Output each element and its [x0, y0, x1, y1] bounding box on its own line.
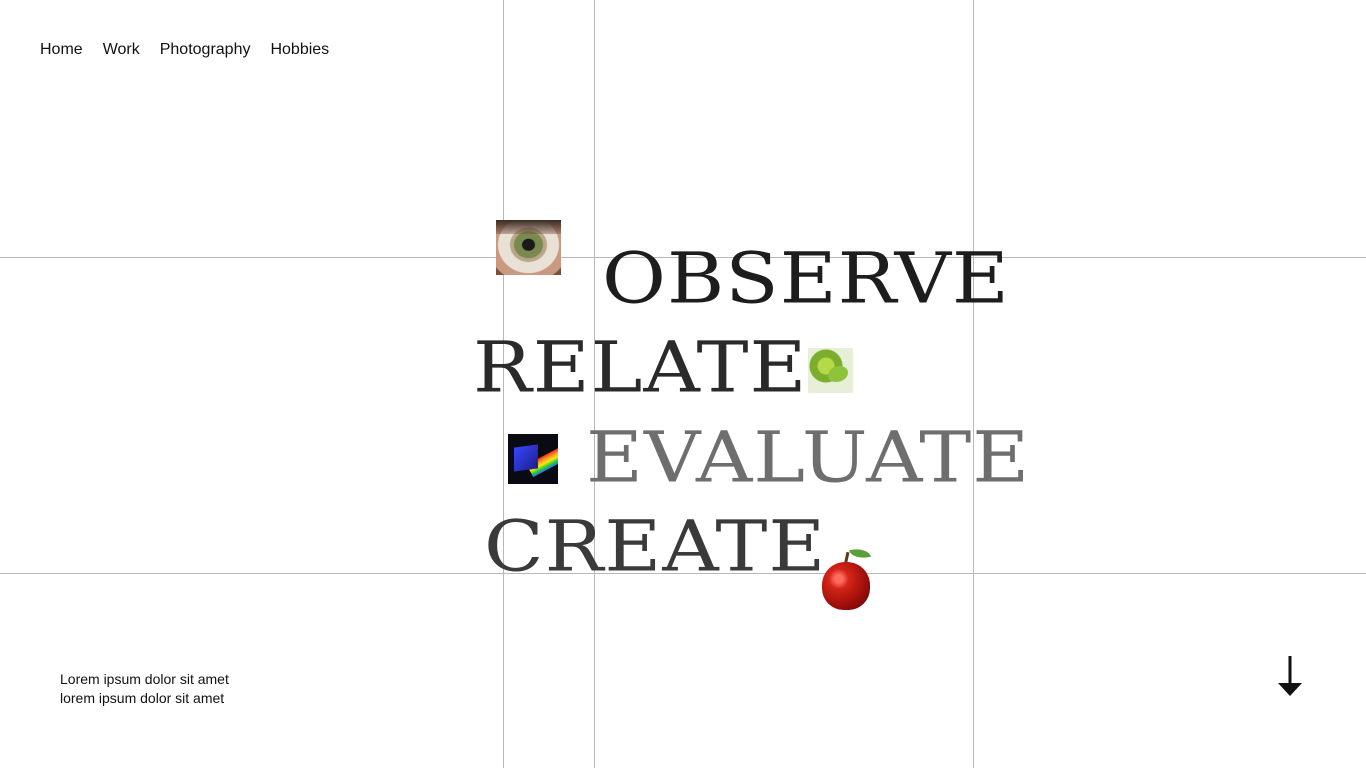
- page: Home Work Photography Hobbies OBSERVE RE…: [0, 0, 1366, 768]
- eye-image: [496, 220, 561, 275]
- nav-link-home[interactable]: Home: [40, 40, 83, 60]
- intro-text-line-1: Lorem ipsum dolor sit amet: [60, 671, 229, 687]
- hero-word-create: CREATE: [484, 506, 827, 588]
- apple-body: [822, 562, 870, 610]
- prism-cube: [514, 444, 538, 472]
- scroll-down-button[interactable]: [1277, 655, 1303, 697]
- eye-lid-shade: [496, 220, 561, 234]
- hero-word-relate: RELATE: [473, 327, 808, 409]
- grid-line-vertical: [973, 0, 974, 768]
- leaf-image: [808, 348, 853, 393]
- intro-text: Lorem ipsum dolor sit amet lorem ipsum d…: [60, 670, 229, 708]
- hero-word-observe: OBSERVE: [602, 238, 1010, 320]
- nav-link-photography[interactable]: Photography: [160, 40, 251, 60]
- hero-word-evaluate: EVALUATE: [586, 417, 1031, 499]
- arrow-down-icon: [1278, 656, 1302, 696]
- nav-link-hobbies[interactable]: Hobbies: [270, 40, 329, 60]
- apple-image: [820, 546, 874, 612]
- prism-image: [508, 434, 558, 484]
- intro-text-line-2: lorem ipsum dolor sit amet: [60, 690, 225, 706]
- apple-leaf: [849, 546, 871, 561]
- nav-link-work[interactable]: Work: [103, 40, 140, 60]
- leaf-shape: [828, 366, 848, 382]
- main-nav: Home Work Photography Hobbies: [40, 40, 329, 60]
